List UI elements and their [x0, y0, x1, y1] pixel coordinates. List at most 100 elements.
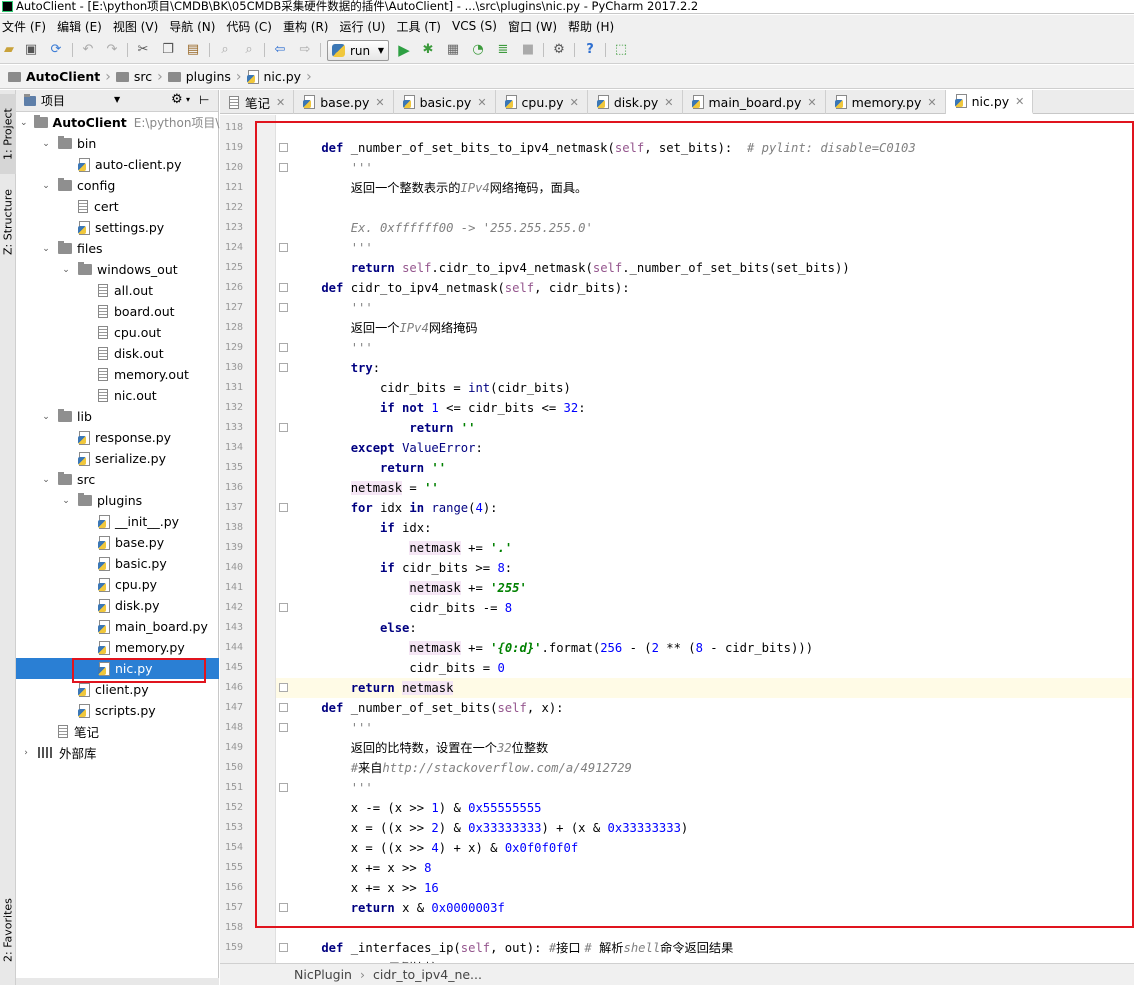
- breadcrumb-plugins[interactable]: plugins: [164, 65, 235, 88]
- tree-item[interactable]: cpu.out: [16, 322, 219, 343]
- tree-item[interactable]: 笔记: [16, 721, 219, 742]
- close-icon[interactable]: ✕: [570, 96, 579, 109]
- tree-item[interactable]: serialize.py: [16, 448, 219, 469]
- tree-item[interactable]: board.out: [16, 301, 219, 322]
- tool-tab-structure[interactable]: Z: Structure: [0, 182, 16, 262]
- settings-icon[interactable]: ⚙: [550, 41, 568, 59]
- close-icon[interactable]: ✕: [477, 96, 486, 109]
- breadcrumb-file[interactable]: nic.py: [243, 65, 306, 88]
- tree-item[interactable]: ⌄ plugins: [16, 490, 219, 511]
- chevron-right-icon[interactable]: ›: [20, 748, 32, 758]
- tree-item[interactable]: scripts.py: [16, 700, 219, 721]
- save-icon[interactable]: ▣: [22, 41, 40, 59]
- tree-item[interactable]: ⌄ config: [16, 175, 219, 196]
- tree-item[interactable]: main_board.py: [16, 616, 219, 637]
- menu-item[interactable]: 文件 (F): [2, 18, 53, 35]
- vcs-icon[interactable]: ⬚: [612, 41, 630, 59]
- tool-tab-project[interactable]: 1: Project: [0, 94, 16, 174]
- editor-tab[interactable]: disk.py ✕: [588, 90, 683, 114]
- stop-icon[interactable]: ■: [519, 41, 537, 59]
- status-crumb-class[interactable]: NicPlugin: [294, 967, 352, 982]
- menu-item[interactable]: VCS (S): [452, 19, 504, 33]
- tree-item[interactable]: disk.out: [16, 343, 219, 364]
- run-configuration-select[interactable]: run ▼: [327, 40, 389, 61]
- tree-item[interactable]: memory.out: [16, 364, 219, 385]
- tree-item[interactable]: response.py: [16, 427, 219, 448]
- find-icon[interactable]: ⌕: [216, 41, 234, 59]
- menu-item[interactable]: 代码 (C): [226, 18, 279, 35]
- tool-tab-favorites[interactable]: 2: Favorites: [0, 890, 16, 970]
- close-icon[interactable]: ✕: [375, 96, 384, 109]
- open-folder-icon[interactable]: ▰: [0, 41, 18, 59]
- chevron-down-icon[interactable]: ⌄: [40, 475, 52, 485]
- redo-icon[interactable]: ↷: [103, 41, 121, 59]
- tree-item[interactable]: basic.py: [16, 553, 219, 574]
- menu-item[interactable]: 工具 (T): [396, 18, 448, 35]
- close-icon[interactable]: ✕: [927, 96, 936, 109]
- tree-item[interactable]: disk.py: [16, 595, 219, 616]
- tree-item[interactable]: ⌄ lib: [16, 406, 219, 427]
- chevron-down-icon[interactable]: ▼: [114, 95, 120, 104]
- breadcrumb-src[interactable]: src: [112, 65, 156, 88]
- tree-item[interactable]: ⌄ src: [16, 469, 219, 490]
- menu-item[interactable]: 窗口 (W): [508, 18, 564, 35]
- menu-item[interactable]: 视图 (V): [113, 18, 165, 35]
- editor-tab[interactable]: basic.py ✕: [394, 90, 496, 114]
- breadcrumb-project[interactable]: AutoClient: [4, 65, 104, 88]
- tree-item[interactable]: nic.out: [16, 385, 219, 406]
- editor-tab[interactable]: cpu.py ✕: [496, 90, 588, 114]
- editor-tab[interactable]: base.py ✕: [294, 90, 394, 114]
- chevron-down-icon[interactable]: ⌄: [40, 244, 52, 254]
- replace-icon[interactable]: ⌕: [240, 41, 258, 59]
- tree-item[interactable]: cpu.py: [16, 574, 219, 595]
- gear-icon[interactable]: ⚙: [171, 92, 183, 107]
- chevron-down-icon[interactable]: ⌄: [60, 496, 72, 506]
- tree-item[interactable]: ⌄ files: [16, 238, 219, 259]
- profile-icon[interactable]: ◔: [469, 41, 487, 59]
- tree-item[interactable]: memory.py: [16, 637, 219, 658]
- menu-item[interactable]: 帮助 (H): [568, 18, 621, 35]
- tree-item[interactable]: auto-client.py: [16, 154, 219, 175]
- editor-tab[interactable]: nic.py ✕: [945, 90, 1034, 114]
- tree-item[interactable]: all.out: [16, 280, 219, 301]
- project-panel-title[interactable]: 项目: [41, 92, 65, 109]
- back-icon[interactable]: ⇦: [271, 41, 289, 59]
- close-icon[interactable]: ✕: [664, 96, 673, 109]
- tree-item[interactable]: ⌄ AutoClient E:\python项目\C: [16, 112, 228, 133]
- tree-item[interactable]: __init__.py: [16, 511, 219, 532]
- chevron-down-icon[interactable]: ⌄: [20, 118, 28, 128]
- status-crumb-method[interactable]: cidr_to_ipv4_ne...: [373, 967, 482, 982]
- collapse-icon[interactable]: ⊢: [199, 93, 209, 107]
- close-icon[interactable]: ✕: [807, 96, 816, 109]
- menu-item[interactable]: 重构 (R): [283, 18, 336, 35]
- chevron-down-icon[interactable]: ⌄: [40, 139, 52, 149]
- tree-scrollbar[interactable]: [16, 978, 219, 985]
- tree-item[interactable]: base.py: [16, 532, 219, 553]
- copy-icon[interactable]: ❐: [159, 41, 177, 59]
- debug-icon[interactable]: ✱: [419, 41, 437, 59]
- editor-tab[interactable]: main_board.py ✕: [683, 90, 826, 114]
- tree-item[interactable]: ⌄ bin: [16, 133, 219, 154]
- coverage-icon[interactable]: ▦: [444, 41, 462, 59]
- chevron-down-icon[interactable]: ⌄: [40, 181, 52, 191]
- build-icon[interactable]: ≣: [494, 41, 512, 59]
- close-icon[interactable]: ✕: [276, 96, 285, 109]
- forward-icon[interactable]: ⇨: [296, 41, 314, 59]
- help-icon[interactable]: ?: [581, 41, 599, 59]
- tree-item[interactable]: › 外部库: [16, 742, 219, 763]
- chevron-down-icon[interactable]: ⌄: [40, 412, 52, 422]
- menu-item[interactable]: 运行 (U): [340, 18, 393, 35]
- cut-icon[interactable]: ✂: [134, 41, 152, 59]
- chevron-down-icon[interactable]: ⌄: [60, 265, 72, 275]
- menu-item[interactable]: 导航 (N): [169, 18, 222, 35]
- sync-icon[interactable]: ⟳: [47, 41, 65, 59]
- run-icon[interactable]: ▶: [395, 41, 413, 59]
- menu-item[interactable]: 编辑 (E): [57, 18, 109, 35]
- editor-tab[interactable]: memory.py ✕: [826, 90, 946, 114]
- tree-item[interactable]: cert: [16, 196, 219, 217]
- paste-icon[interactable]: ▤: [184, 41, 202, 59]
- fold-marker-icon[interactable]: [279, 943, 288, 952]
- editor-tab[interactable]: 笔记 ✕: [220, 90, 295, 114]
- undo-icon[interactable]: ↶: [79, 41, 97, 59]
- tree-item[interactable]: settings.py: [16, 217, 219, 238]
